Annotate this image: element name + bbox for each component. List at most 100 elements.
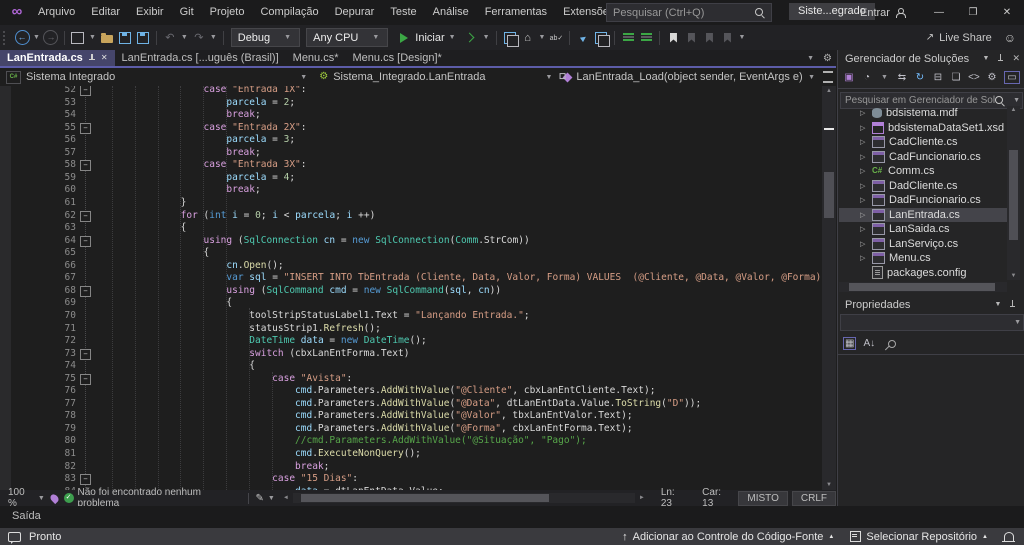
categorized-view-icon[interactable]: ▦ [843, 337, 857, 350]
member-dropdown[interactable]: LanEntrada_Load(object sender, EventArgs… [559, 68, 803, 86]
pin-icon[interactable] [997, 54, 1004, 63]
sync-with-active-document-icon[interactable]: ⇆ [896, 72, 908, 83]
collapse-all-icon[interactable]: ⊟ [932, 72, 944, 83]
tree-item-lanentrada-cs[interactable]: ▷ LanEntrada.cs [839, 207, 1007, 222]
eol-indicator[interactable]: CRLF [791, 490, 836, 506]
menu-an-lise[interactable]: Análise [425, 0, 477, 25]
start-debug-icon[interactable] [400, 32, 409, 43]
tree-item-lansaida-cs[interactable]: ▷ LanSaida.cs [839, 222, 1007, 237]
new-project-icon[interactable] [71, 31, 85, 44]
show-all-files-icon[interactable]: ❏ [950, 72, 962, 83]
project-dropdown[interactable]: C# Sistema Integrado [0, 68, 115, 86]
select-mode-icon[interactable]: ► [577, 31, 590, 44]
scroll-left-icon[interactable]: ◄ [283, 495, 289, 501]
expand-chevron-icon[interactable]: ▷ [860, 153, 868, 161]
next-bookmark-icon[interactable] [705, 32, 713, 43]
close-tab-icon[interactable]: ✕ [101, 50, 108, 66]
tree-item-comm-cs[interactable]: ▷ C# Comm.cs [839, 164, 1007, 179]
fold-collapse-icon[interactable]: − [80, 86, 91, 96]
start-without-debug-icon[interactable] [464, 32, 475, 43]
tree-item-cadfuncionario-cs[interactable]: ▷ CadFuncionario.cs [839, 150, 1007, 165]
profiler-dropdown[interactable]: ▼ [483, 34, 490, 41]
decrease-indent-icon[interactable] [622, 33, 634, 42]
menu-git[interactable]: Git [172, 0, 202, 25]
spell-check-icon[interactable]: ab✓ [550, 34, 564, 42]
fold-collapse-icon[interactable]: − [80, 210, 91, 222]
tree-item-packages-config[interactable]: packages.config [839, 266, 1007, 281]
redo-icon[interactable]: ↷ [194, 31, 203, 44]
expand-chevron-icon[interactable]: ▷ [860, 196, 868, 204]
menu-arquivo[interactable]: Arquivo [30, 0, 83, 25]
editor-horizontal-scrollbar[interactable] [292, 493, 635, 503]
tree-item-dadfuncionario-cs[interactable]: ▷ DadFuncionario.cs [839, 193, 1007, 208]
sign-in-button[interactable]: Entrar [860, 0, 906, 25]
tree-item-lanservi-o-cs[interactable]: ▷ LanServiço.cs [839, 237, 1007, 252]
expand-chevron-icon[interactable]: ▷ [860, 182, 868, 190]
properties-header[interactable]: Propriedades ▼ ✕ [838, 296, 1024, 313]
pen-dropdown[interactable]: ▼ [268, 495, 275, 502]
start-button-label[interactable]: Iniciar [415, 32, 444, 44]
expand-chevron-icon[interactable]: ▷ [860, 254, 868, 262]
minimize-button[interactable]: — [922, 0, 956, 25]
clear-bookmarks-icon[interactable] [723, 32, 731, 43]
scrollbar-thumb[interactable] [849, 283, 995, 291]
pending-changes-filter-icon[interactable]: ◔ [861, 72, 873, 83]
navigate-forward-icon[interactable]: → [43, 30, 59, 45]
tree-item-dadcliente-cs[interactable]: ▷ DadCliente.cs [839, 179, 1007, 194]
add-to-source-control-button[interactable]: ↑ Adicionar ao Controle do Código-Fonte … [622, 531, 834, 543]
refresh-icon[interactable]: ↻ [914, 72, 926, 83]
chevron-down-icon[interactable]: ▼ [545, 74, 552, 81]
chevron-down-icon[interactable]: ▼ [995, 301, 1002, 308]
expand-chevron-icon[interactable]: ▷ [860, 167, 868, 175]
copy-document-icon[interactable] [595, 31, 611, 47]
menu-depurar[interactable]: Depurar [327, 0, 383, 25]
property-pages-icon[interactable] [886, 337, 898, 350]
expand-chevron-icon[interactable]: ▷ [860, 109, 868, 117]
gear-icon[interactable]: ⚙ [823, 53, 832, 64]
search-options-dropdown[interactable]: ▼ [1013, 97, 1020, 104]
view-code-icon[interactable]: <> [968, 72, 980, 83]
scrollbar-thumb[interactable] [824, 172, 834, 218]
solution-platform-dropdown[interactable]: Any CPU ▼ [306, 28, 389, 47]
fold-collapse-icon[interactable]: − [80, 474, 91, 486]
chevron-down-icon[interactable]: ▼ [300, 74, 307, 81]
tree-item-cadcliente-cs[interactable]: ▷ CadCliente.cs [839, 135, 1007, 150]
navigate-back-icon[interactable]: ← [14, 30, 30, 45]
pin-icon[interactable] [1009, 300, 1016, 309]
start-dropdown[interactable]: ▼ [449, 34, 456, 41]
expand-chevron-icon[interactable]: ▷ [860, 138, 868, 146]
hot-reload-icon[interactable] [48, 492, 60, 504]
expand-chevron-icon[interactable]: ▷ [860, 124, 868, 132]
navigate-back-dropdown[interactable]: ▼ [33, 34, 40, 41]
type-dropdown[interactable]: ⚙ Sistema_Integrado.LanEntrada [319, 68, 485, 86]
tree-item-bdsistema-mdf[interactable]: ▷ bdsistema.mdf [839, 106, 1007, 121]
scrollbar-thumb[interactable] [300, 494, 549, 502]
scroll-up-icon[interactable]: ▲ [822, 88, 836, 94]
output-tab[interactable]: Saída [12, 510, 41, 522]
window-home-icon[interactable]: ⌂ [524, 32, 531, 44]
fold-collapse-icon[interactable]: − [80, 235, 91, 247]
select-repository-button[interactable]: Selecionar Repositório ▲ [850, 531, 988, 543]
chevron-down-icon[interactable]: ▼ [983, 55, 990, 62]
tree-horizontal-scrollbar[interactable] [839, 282, 1007, 292]
live-share-button[interactable]: ↗ Live Share [926, 32, 992, 44]
undo-dropdown[interactable]: ▼ [181, 34, 188, 41]
menu-editar[interactable]: Editar [83, 0, 128, 25]
previous-bookmark-icon[interactable] [687, 32, 695, 43]
close-icon[interactable]: ✕ [1012, 53, 1020, 64]
editor-split-handle[interactable] [823, 71, 833, 83]
solution-explorer-header[interactable]: Gerenciador de Soluções ▼ ✕ [838, 50, 1024, 67]
tab-menu-cs-design[interactable]: Menu.cs [Design]* [346, 50, 449, 66]
scroll-up-icon[interactable]: ▲ [1007, 107, 1020, 113]
fold-collapse-icon[interactable]: − [80, 285, 91, 297]
line-ending-mixed-indicator[interactable]: MISTO [738, 490, 788, 506]
save-icon[interactable] [118, 31, 131, 44]
scrollbar-thumb[interactable] [1009, 150, 1018, 240]
bookmarks-dropdown[interactable]: ▼ [738, 34, 745, 41]
expand-chevron-icon[interactable]: ▷ [860, 225, 868, 233]
save-all-icon[interactable] [136, 31, 149, 44]
window-layout-dropdown[interactable]: ▼ [539, 34, 546, 41]
fold-collapse-icon[interactable]: − [80, 160, 91, 172]
fold-collapse-icon[interactable]: − [80, 348, 91, 360]
tree-item-bdsistemadataset1-xsd[interactable]: ▷ bdsistemaDataSet1.xsd [839, 121, 1007, 136]
